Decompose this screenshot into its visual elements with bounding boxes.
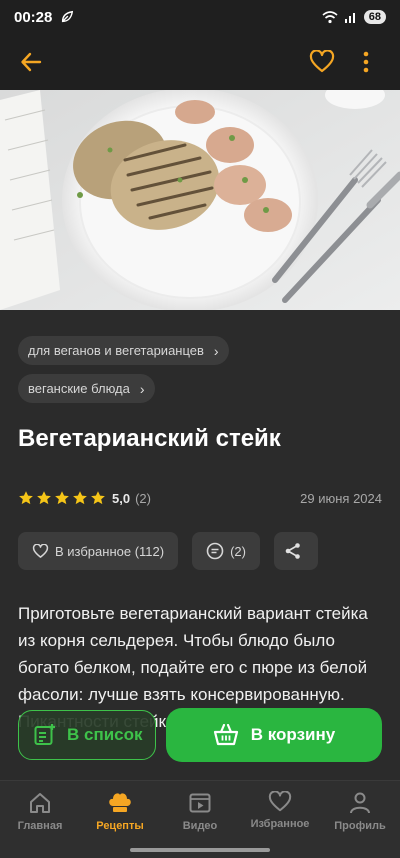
tag-chip-vegan-dishes[interactable]: веганские блюда ›	[18, 374, 155, 403]
comments-button[interactable]: (2)	[192, 532, 260, 570]
leaf-icon	[62, 10, 74, 23]
status-bar: 00:28 68	[0, 0, 400, 34]
list-add-icon	[34, 724, 55, 745]
profile-icon	[350, 792, 370, 814]
comments-count: (2)	[230, 543, 246, 559]
battery-indicator: 68	[363, 10, 386, 24]
nav-label: Видео	[182, 820, 218, 832]
rating-value: 5,0	[112, 490, 131, 506]
nav-item-video[interactable]: Видео	[160, 781, 240, 858]
basket-icon	[213, 724, 238, 746]
arrow-left-icon	[21, 52, 42, 72]
publish-date: 29 июня 2024	[300, 490, 382, 506]
star-icon	[55, 491, 69, 505]
tag-label: веганские блюда	[28, 381, 130, 396]
nav-label: Рецепты	[96, 820, 144, 832]
heart-icon	[32, 543, 49, 558]
add-to-list-button[interactable]: В список	[18, 710, 156, 760]
rating-stars	[18, 490, 106, 506]
nav-item-home[interactable]: Главная	[0, 781, 80, 858]
favorite-button[interactable]	[304, 44, 340, 80]
add-to-favorites-button[interactable]: В избранное (112)	[18, 532, 179, 570]
nav-label: Избранное	[250, 818, 310, 830]
share-icon	[285, 543, 300, 559]
star-icon	[37, 491, 51, 505]
recipe-title: Вегетарианский стейк	[18, 425, 281, 452]
favorites-label: В избранное (112)	[55, 543, 165, 559]
home-icon	[30, 793, 50, 813]
tag-list: для веганов и вегетарианцев › веганские …	[18, 336, 382, 412]
nav-label: Главная	[17, 820, 63, 832]
back-button[interactable]	[16, 47, 46, 77]
top-app-bar	[0, 34, 400, 90]
rating-count[interactable]: (2)	[135, 491, 151, 506]
nav-label: Профиль	[334, 820, 386, 832]
wifi-icon	[322, 11, 338, 24]
heart-icon	[268, 791, 292, 812]
chevron-right-icon: ›	[139, 380, 145, 397]
add-to-list-label: В список	[67, 725, 143, 744]
add-to-cart-label: В корзину	[250, 725, 336, 744]
tag-chip-vegans[interactable]: для веганов и вегетарианцев ›	[18, 336, 229, 365]
signal-icon	[344, 13, 355, 23]
recipe-actions: В избранное (112) (2)	[18, 532, 382, 570]
status-icons: 68	[322, 10, 386, 24]
tag-label: для веганов и вегетарианцев	[28, 343, 204, 358]
share-button[interactable]	[273, 532, 318, 570]
rating-row: 5,0 (2) 29 июня 2024	[18, 490, 382, 506]
nav-item-recipes[interactable]: Рецепты	[80, 781, 160, 858]
add-to-cart-button[interactable]: В корзину	[166, 708, 382, 762]
nav-item-favorites[interactable]: Избранное	[240, 781, 320, 858]
more-options-button[interactable]	[348, 44, 384, 80]
more-vertical-icon	[363, 51, 369, 73]
video-icon	[189, 793, 211, 813]
star-icon	[19, 491, 33, 505]
bottom-navigation: Главная Рецепты Видео Избранное Профиль	[0, 780, 400, 858]
home-indicator[interactable]	[130, 848, 270, 852]
star-icon	[91, 491, 105, 505]
status-time: 00:28	[14, 8, 53, 26]
star-icon	[73, 491, 87, 505]
nav-item-profile[interactable]: Профиль	[320, 781, 400, 858]
recipe-photo-illustration	[0, 90, 400, 310]
chef-hat-icon	[109, 793, 131, 812]
recipe-photo	[0, 90, 400, 310]
chevron-right-icon: ›	[213, 342, 219, 359]
comment-icon	[206, 542, 224, 560]
heart-icon	[309, 50, 335, 73]
